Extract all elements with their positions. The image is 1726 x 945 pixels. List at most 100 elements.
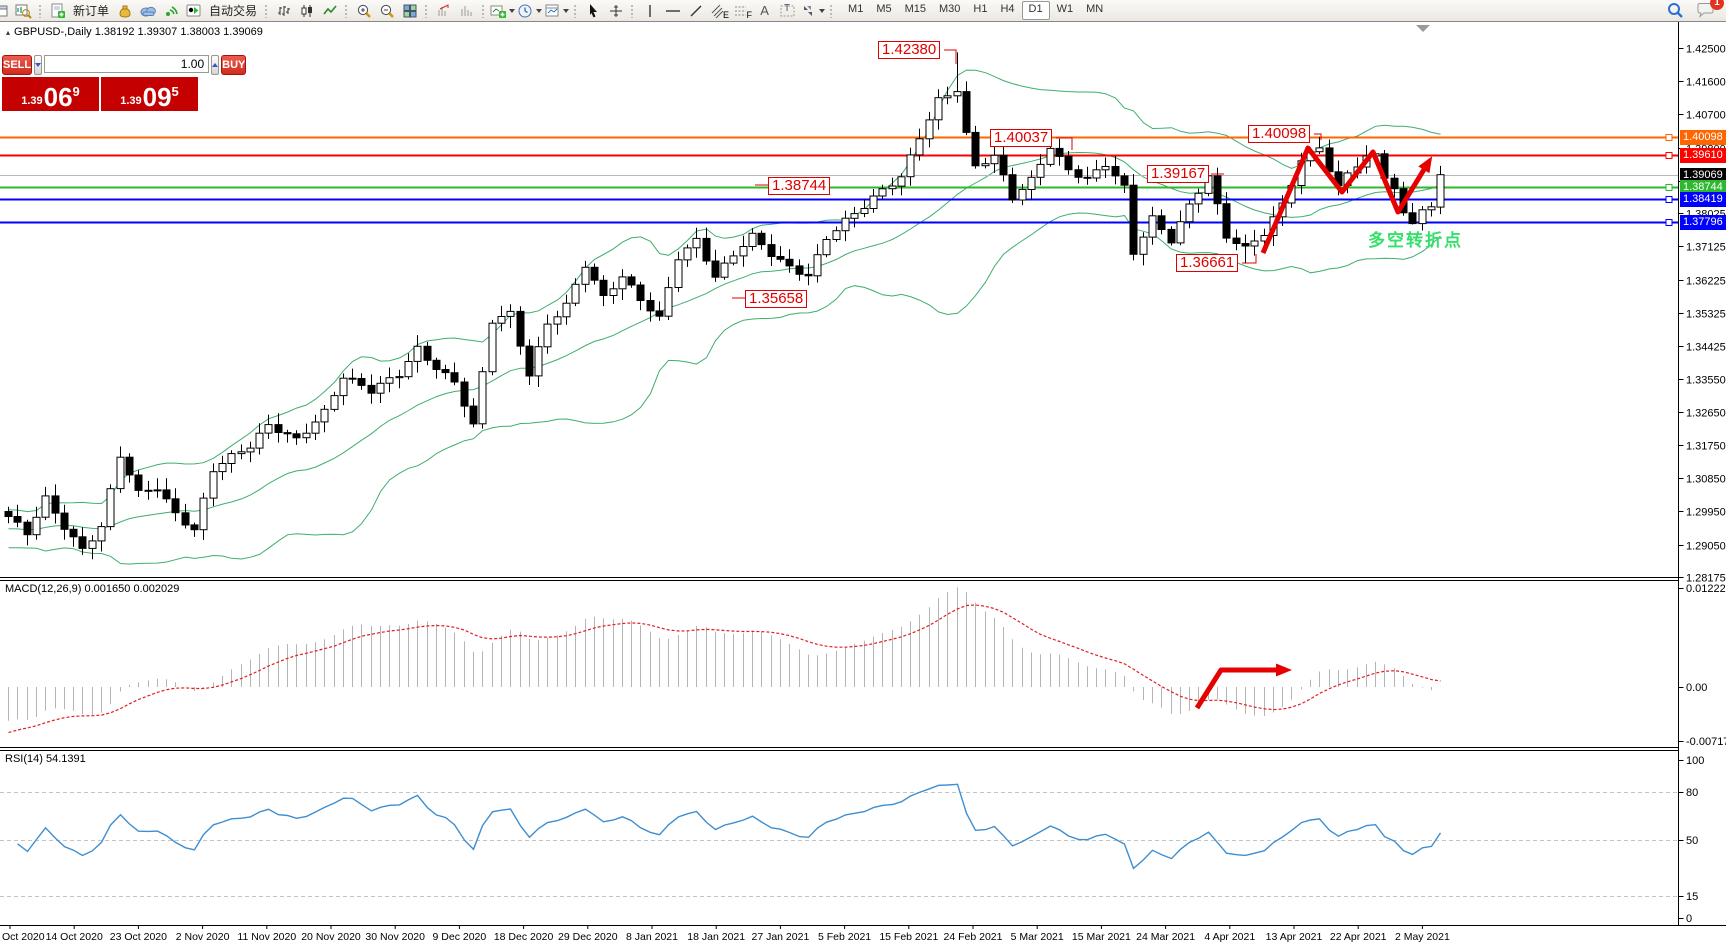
svg-text:1.40700: 1.40700 <box>1686 110 1726 122</box>
svg-text:2 Nov 2020: 2 Nov 2020 <box>176 931 230 943</box>
price-label-1.37796[interactable]: 1.37796 <box>1680 215 1726 230</box>
svg-text:8 Jan 2021: 8 Jan 2021 <box>626 931 678 943</box>
svg-text:1.29050: 1.29050 <box>1686 541 1726 553</box>
svg-text:-0.007173: -0.007173 <box>1686 736 1726 748</box>
svg-text:1.36225: 1.36225 <box>1686 276 1726 288</box>
equidistant-channel-icon[interactable]: E <box>708 1 729 20</box>
svg-text:1.41600: 1.41600 <box>1686 77 1726 89</box>
indicator-window-icon[interactable] <box>456 1 477 20</box>
svg-text:50: 50 <box>1686 835 1698 847</box>
svg-text:4 Apr 2021: 4 Apr 2021 <box>1204 931 1255 943</box>
search-icon[interactable] <box>1664 1 1685 20</box>
timeframe-m5[interactable]: M5 <box>870 1 897 18</box>
fibonacci-icon[interactable]: F <box>731 1 752 20</box>
autotrading-label[interactable]: 自动交易 <box>206 2 260 19</box>
deposit-icon[interactable] <box>114 1 135 20</box>
svg-text:1.35325: 1.35325 <box>1686 309 1726 321</box>
sell-button[interactable]: SELL <box>2 55 32 75</box>
price-label-1.38419[interactable]: 1.38419 <box>1680 192 1726 207</box>
annotation-box-1.39167[interactable]: 1.39167 <box>1147 165 1209 183</box>
volume-decrease-button[interactable] <box>34 55 42 75</box>
svg-text:1.32650: 1.32650 <box>1686 408 1726 420</box>
svg-text:15: 15 <box>1686 891 1698 903</box>
svg-text:100: 100 <box>1686 755 1704 767</box>
chart-info-line: ▴GBPUSD-,Daily 1.38192 1.39307 1.38003 1… <box>6 26 263 38</box>
webterminal-icon[interactable] <box>137 1 158 20</box>
turning-point-note[interactable]: 多空转折点 <box>1368 226 1463 251</box>
volume-input[interactable] <box>44 55 209 73</box>
timeframe-h4[interactable]: H4 <box>994 1 1020 18</box>
tile-windows-icon[interactable] <box>399 1 420 20</box>
new-order-icon[interactable] <box>47 1 68 20</box>
vertical-line-icon[interactable] <box>639 1 660 20</box>
svg-text:22 Apr 2021: 22 Apr 2021 <box>1330 931 1387 943</box>
svg-text:29 Dec 2020: 29 Dec 2020 <box>558 931 618 943</box>
indicator-list-icon[interactable] <box>433 1 454 20</box>
svg-text:23 Oct 2020: 23 Oct 2020 <box>110 931 167 943</box>
svg-text:5 Mar 2021: 5 Mar 2021 <box>1011 931 1064 943</box>
cursor-icon[interactable] <box>582 1 603 20</box>
chart-collapse-icon[interactable]: ▴ <box>6 28 10 37</box>
chart-preview-icon[interactable] <box>13 1 34 20</box>
svg-text:0.00: 0.00 <box>1686 682 1707 694</box>
horizontal-line-icon[interactable] <box>662 1 683 20</box>
line-chart-icon[interactable] <box>319 1 340 20</box>
notification-badge: 1 <box>1710 0 1724 10</box>
svg-text:24 Feb 2021: 24 Feb 2021 <box>944 931 1003 943</box>
zoom-out-icon[interactable] <box>376 1 397 20</box>
notifications-chat-icon[interactable]: 1 <box>1695 1 1716 20</box>
timeframe-m1[interactable]: M1 <box>842 1 869 18</box>
candlestick-chart-icon[interactable] <box>296 1 317 20</box>
chart-canvas[interactable]: 1.425001.416001.407001.398001.389001.380… <box>0 0 1726 945</box>
sell-price[interactable]: 1.39069 <box>2 77 101 111</box>
annotation-box-1.38744[interactable]: 1.38744 <box>768 177 830 195</box>
svg-text:1.34425: 1.34425 <box>1686 342 1726 354</box>
svg-text:1.30850: 1.30850 <box>1686 474 1726 486</box>
mt4-window: 新订单 自动交易 <box>0 0 1726 945</box>
annotation-box-1.36661[interactable]: 1.36661 <box>1176 254 1238 272</box>
price-label-1.40098[interactable]: 1.40098 <box>1680 130 1726 145</box>
buy-button[interactable]: BUY <box>221 55 246 75</box>
timeframe-m30[interactable]: M30 <box>933 1 966 18</box>
template-icon[interactable] <box>544 1 569 20</box>
new-order-label[interactable]: 新订单 <box>70 2 112 19</box>
svg-text:Oct 2020: Oct 2020 <box>2 931 45 943</box>
annotation-box-1.40037[interactable]: 1.40037 <box>990 129 1052 147</box>
timeframe-group: M1M5M15M30H1H4D1W1MN <box>842 1 1109 20</box>
buy-price[interactable]: 1.39095 <box>101 77 198 111</box>
new-chart-icon[interactable] <box>490 1 515 20</box>
text-label-icon[interactable]: T <box>777 1 798 20</box>
window-icon[interactable] <box>0 1 11 20</box>
annotation-box-1.40098[interactable]: 1.40098 <box>1248 125 1310 143</box>
svg-text:0.01222: 0.01222 <box>1686 583 1726 595</box>
periodicity-icon[interactable] <box>517 1 542 20</box>
svg-text:1.37125: 1.37125 <box>1686 242 1726 254</box>
text-icon[interactable]: A <box>754 1 775 20</box>
signals-icon[interactable] <box>160 1 181 20</box>
autotrading-icon[interactable] <box>183 1 204 20</box>
macd-indicator-label: MACD(12,26,9) 0.001650 0.002029 <box>5 583 179 595</box>
timeframe-mn[interactable]: MN <box>1080 1 1109 18</box>
volume-increase-button[interactable] <box>211 55 219 75</box>
rsi-indicator-label: RSI(14) 54.1391 <box>5 753 86 765</box>
timeframe-m15[interactable]: M15 <box>899 1 932 18</box>
timeframe-d1[interactable]: D1 <box>1022 1 1050 20</box>
svg-text:80: 80 <box>1686 787 1698 799</box>
svg-text:9 Dec 2020: 9 Dec 2020 <box>433 931 487 943</box>
svg-text:13 Apr 2021: 13 Apr 2021 <box>1266 931 1323 943</box>
trendline-icon[interactable] <box>685 1 706 20</box>
zoom-in-icon[interactable] <box>353 1 374 20</box>
one-click-trading-widget: SELL BUY 1.39069 1.39095 <box>2 55 198 111</box>
svg-text:0: 0 <box>1686 913 1692 925</box>
timeframe-h1[interactable]: H1 <box>967 1 993 18</box>
annotation-box-1.42380[interactable]: 1.42380 <box>878 41 940 59</box>
crosshair-icon[interactable] <box>605 1 626 20</box>
svg-text:15 Mar 2021: 15 Mar 2021 <box>1072 931 1131 943</box>
toolbar: 新订单 自动交易 <box>0 0 1726 22</box>
annotation-box-1.35658[interactable]: 1.35658 <box>745 290 807 308</box>
arrows-icon[interactable] <box>800 1 825 20</box>
timeframe-w1[interactable]: W1 <box>1051 1 1080 18</box>
svg-text:1.31750: 1.31750 <box>1686 441 1726 453</box>
bar-chart-icon[interactable] <box>273 1 294 20</box>
price-label-1.3961[interactable]: 1.39610 <box>1680 148 1726 163</box>
